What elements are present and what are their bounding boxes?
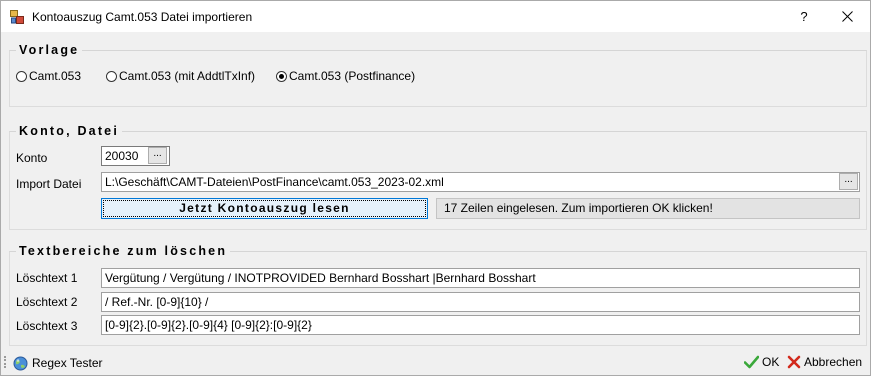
radio-camt053-addtltxinf[interactable]: Camt.053 (mit AddtlTxInf)	[106, 69, 255, 83]
loeschtext-3-input[interactable]: [0-9]{2}.[0-9]{2}.[0-9]{4} [0-9]{2}:[0-9…	[101, 315, 860, 335]
checkmark-icon	[744, 355, 759, 369]
textbereiche-group-title: Textbereiche zum löschen	[16, 244, 231, 258]
globe-icon	[13, 356, 28, 370]
radio-button-icon	[106, 70, 117, 82]
loeschtext-2-input[interactable]: / Ref.-Nr. [0-9]{10} /	[101, 292, 860, 312]
import-datei-input[interactable]: L:\Geschäft\CAMT-Dateien\PostFinance\cam…	[101, 172, 860, 192]
konto-label: Konto	[16, 151, 48, 165]
read-statement-button[interactable]: Jetzt Kontoauszug lesen	[101, 198, 428, 219]
title-bar: Kontoauszug Camt.053 Datei importieren ?	[1, 1, 870, 32]
radio-label: Camt.053 (Postfinance)	[289, 69, 416, 83]
toolbar-grip[interactable]	[4, 356, 8, 368]
radio-button-selected-icon	[276, 70, 287, 82]
import-datei-value: L:\Geschäft\CAMT-Dateien\PostFinance\cam…	[105, 175, 444, 189]
dialog-window: Kontoauszug Camt.053 Datei importieren ?…	[0, 0, 871, 376]
radio-button-icon	[16, 70, 27, 82]
vorlage-group-title: Vorlage	[16, 43, 83, 57]
radio-camt053[interactable]: Camt.053	[16, 69, 81, 83]
regex-tester-label: Regex Tester	[32, 356, 103, 370]
loeschtext-1-input[interactable]: Vergütung / Vergütung / INOTPROVIDED Ber…	[101, 268, 860, 288]
konto-browse-button[interactable]: ...	[148, 147, 167, 164]
radio-label: Camt.053	[29, 69, 82, 83]
loeschtext-2-value: / Ref.-Nr. [0-9]{10} /	[105, 295, 209, 309]
radio-label: Camt.053 (mit AddtlTxInf)	[119, 69, 256, 83]
loeschtext-2-label: Löschtext 2	[16, 295, 78, 309]
konto-datei-group-title: Konto, Datei	[16, 124, 123, 138]
loeschtext-1-value: Vergütung / Vergütung / INOTPROVIDED Ber…	[105, 271, 536, 285]
ok-label: OK	[762, 355, 780, 369]
app-icon	[10, 10, 24, 24]
konto-value: 20030	[105, 149, 139, 163]
loeschtext-3-value: [0-9]{2}.[0-9]{2}.[0-9]{4} [0-9]{2}:[0-9…	[105, 318, 312, 332]
bottom-toolbar: Regex Tester OK Abbrechen	[1, 350, 870, 375]
close-icon	[842, 11, 853, 22]
loeschtext-1-label: Löschtext 1	[16, 271, 78, 285]
loeschtext-3-label: Löschtext 3	[16, 319, 78, 333]
status-message: 17 Zeilen eingelesen. Zum importieren OK…	[436, 198, 860, 219]
cancel-label: Abbrechen	[804, 355, 863, 369]
red-x-icon	[787, 355, 801, 369]
radio-camt053-postfinance[interactable]: Camt.053 (Postfinance)	[276, 69, 415, 83]
ok-button[interactable]: OK	[744, 354, 779, 370]
window-title: Kontoauszug Camt.053 Datei importieren	[32, 10, 253, 24]
help-button[interactable]: ?	[789, 4, 819, 29]
close-button[interactable]	[831, 4, 865, 29]
regex-tester-button[interactable]: Regex Tester	[13, 355, 102, 371]
cancel-button[interactable]: Abbrechen	[787, 354, 862, 370]
import-browse-button[interactable]: ...	[839, 173, 858, 190]
import-datei-label: Import Datei	[16, 177, 82, 191]
